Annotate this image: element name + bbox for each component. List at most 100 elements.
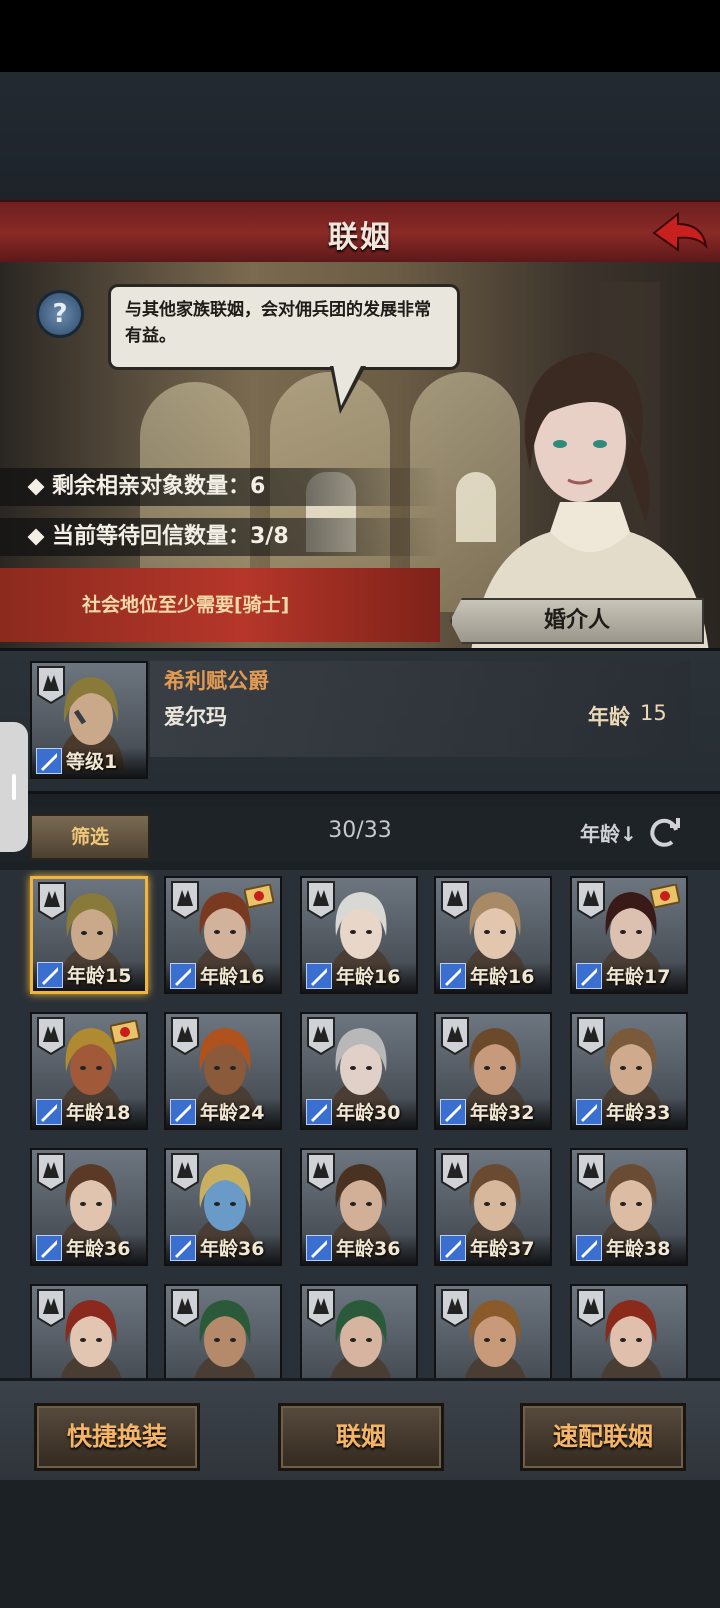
sword-icon	[36, 748, 62, 774]
letter-seal-icon	[650, 884, 680, 908]
candidate-age: 年龄15	[67, 965, 132, 987]
refresh-icon[interactable]	[648, 816, 682, 850]
candidate-age: 年龄37	[470, 1238, 535, 1260]
candidate-age: 年龄16	[200, 966, 265, 988]
candidate-age: 年龄36	[336, 1238, 401, 1260]
speech-tail-inner	[333, 364, 362, 406]
candidate-age: 年龄32	[470, 1102, 535, 1124]
speech-bubble: 与其他家族联姻，会对佣兵团的发展非常有益。	[108, 284, 460, 370]
candidate-age: 年龄38	[606, 1238, 671, 1260]
remaining-count: 剩余相亲对象数量：6	[0, 468, 440, 506]
rank-badge-icon	[37, 1017, 65, 1056]
candidate-card[interactable]: 年龄32	[434, 1012, 552, 1130]
candidate-card[interactable]	[300, 1284, 418, 1378]
age-label: 年龄	[588, 705, 630, 729]
sword-icon	[306, 1099, 332, 1125]
selected-character-panel: 等级1 希利赋公爵 爱尔玛 年龄 15	[0, 648, 720, 794]
candidate-card[interactable]: 年龄36	[30, 1148, 148, 1266]
candidate-card[interactable]: 年龄16	[164, 876, 282, 994]
age-row: 年龄37	[436, 1234, 550, 1264]
candidate-age: 年龄18	[66, 1102, 131, 1124]
sword-icon	[36, 1235, 62, 1261]
rank-badge-icon	[37, 1289, 65, 1328]
rank-badge-icon	[441, 1017, 469, 1056]
candidate-card[interactable]: 年龄36	[300, 1148, 418, 1266]
noble-title: 希利赋公爵	[164, 669, 269, 693]
candidate-card[interactable]	[164, 1284, 282, 1378]
candidate-card[interactable]: 年龄16	[434, 876, 552, 994]
waiting-count: 当前等待回信数量：3/8	[0, 518, 440, 556]
side-handle[interactable]	[0, 722, 28, 852]
candidate-card[interactable]: 年龄18	[30, 1012, 148, 1130]
sword-icon	[36, 1099, 62, 1125]
waiting-label: 当前等待回信数量：3/8	[52, 524, 289, 549]
title-bar: 联姻	[0, 200, 720, 267]
candidate-card[interactable]	[30, 1284, 148, 1378]
candidate-age: 年龄24	[200, 1102, 265, 1124]
matchmaker-tag: 婚介人	[450, 598, 704, 644]
rank-badge-icon	[577, 1289, 605, 1328]
filter-bar: 筛选 30/33 年龄↓	[0, 806, 720, 862]
selected-portrait[interactable]: 等级1	[30, 661, 148, 779]
status-requirement: 社会地位至少需要[骑士]	[0, 568, 440, 642]
status-bar	[0, 0, 720, 72]
bottom-backdrop	[0, 1480, 720, 1608]
candidate-age: 年龄30	[336, 1102, 401, 1124]
age-row: 年龄15	[33, 961, 145, 991]
candidate-card[interactable]: 年龄16	[300, 876, 418, 994]
matchmaker-scene: ? 与其他家族联姻，会对佣兵团的发展非常有益。 剩余相亲对象数量：6 当前等待回…	[0, 262, 720, 660]
candidate-card[interactable]: 年龄30	[300, 1012, 418, 1130]
rank-badge-icon	[577, 881, 605, 920]
candidate-card[interactable]: 年龄24	[164, 1012, 282, 1130]
age-row: 年龄17	[572, 962, 686, 992]
backdrop	[0, 72, 720, 200]
age-row: 年龄24	[166, 1098, 280, 1128]
candidate-card[interactable]: 年龄38	[570, 1148, 688, 1266]
diamond-icon	[27, 528, 45, 546]
letter-seal-icon	[244, 884, 274, 908]
sword-icon	[576, 963, 602, 989]
age-row: 年龄36	[302, 1234, 416, 1264]
remaining-label: 剩余相亲对象数量：6	[52, 474, 266, 499]
rank-badge-icon	[37, 666, 65, 705]
back-arrow-icon[interactable]	[650, 208, 710, 258]
sword-icon	[37, 962, 63, 988]
sword-icon	[170, 1099, 196, 1125]
rank-badge-icon	[171, 1017, 199, 1056]
candidate-card[interactable]	[434, 1284, 552, 1378]
rank-badge-icon	[171, 881, 199, 920]
age-row: 年龄30	[302, 1098, 416, 1128]
candidate-card[interactable]: 年龄33	[570, 1012, 688, 1130]
rank-badge-icon	[307, 1289, 335, 1328]
quick-match-button[interactable]: 速配联姻	[520, 1403, 686, 1471]
age-value: 15	[640, 701, 667, 725]
sort-age-button[interactable]: 年龄↓	[580, 818, 637, 847]
candidate-card[interactable]	[570, 1284, 688, 1378]
sword-icon	[576, 1099, 602, 1125]
diamond-icon	[27, 478, 45, 496]
sword-icon	[170, 1235, 196, 1261]
rank-badge-icon	[171, 1289, 199, 1328]
candidate-card[interactable]: 年龄17	[570, 876, 688, 994]
rank-badge-icon	[171, 1153, 199, 1192]
marriage-button[interactable]: 联姻	[278, 1403, 444, 1471]
rank-badge-icon	[307, 1153, 335, 1192]
candidate-age: 年龄36	[66, 1238, 131, 1260]
quick-outfit-button[interactable]: 快捷换装	[34, 1403, 200, 1471]
candidate-card[interactable]: 年龄15	[30, 876, 148, 994]
level-label: 等级1	[66, 751, 118, 773]
candidate-card[interactable]: 年龄37	[434, 1148, 552, 1266]
sword-icon	[170, 963, 196, 989]
candidate-age: 年龄16	[336, 966, 401, 988]
age-row: 年龄33	[572, 1098, 686, 1128]
candidate-age: 年龄36	[200, 1238, 265, 1260]
age-row: 年龄38	[572, 1234, 686, 1264]
page-title: 联姻	[328, 220, 392, 255]
age-row: 年龄36	[32, 1234, 146, 1264]
rank-badge-icon	[441, 1153, 469, 1192]
help-button[interactable]: ?	[36, 290, 84, 338]
candidate-grid: 年龄15 年龄16 年龄16 年龄16 年龄17 年龄18 年龄24 年龄30 年龄32 年龄33…	[0, 870, 720, 1378]
candidate-card[interactable]: 年龄36	[164, 1148, 282, 1266]
letter-seal-icon	[110, 1020, 140, 1044]
sword-icon	[440, 1099, 466, 1125]
